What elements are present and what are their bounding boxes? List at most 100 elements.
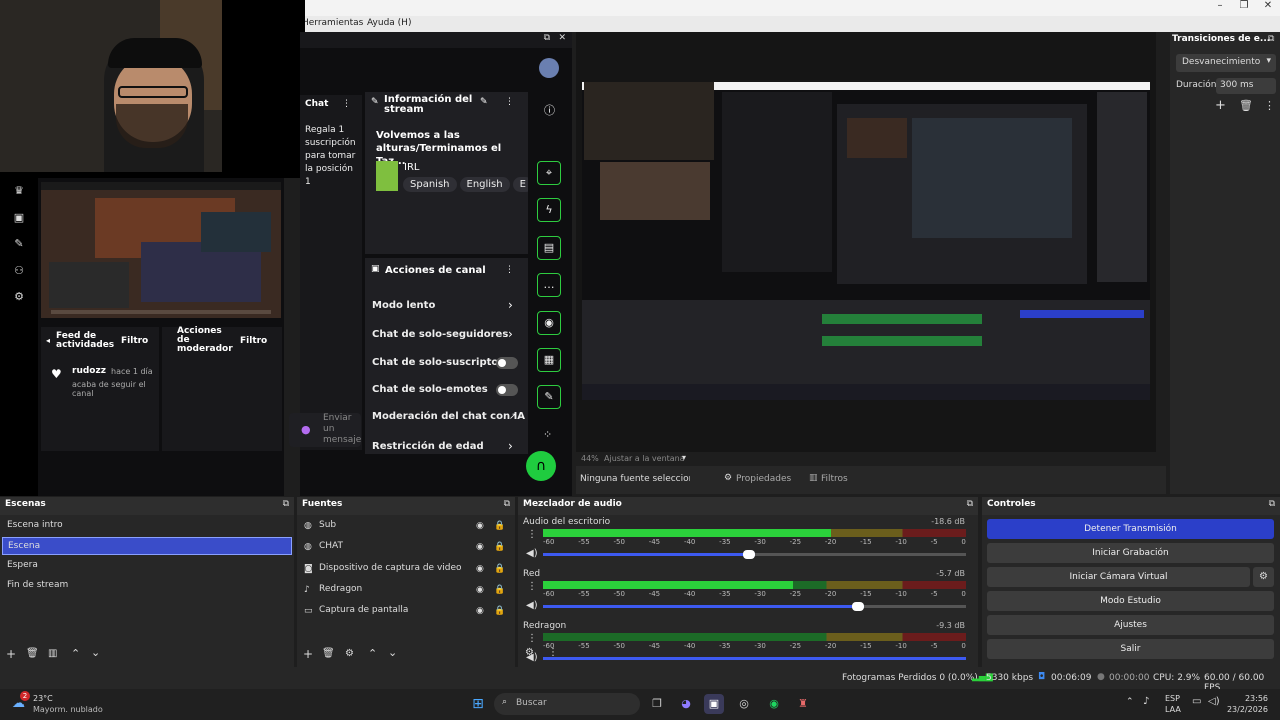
move-down-icon[interactable]: ⌄ <box>91 646 100 659</box>
avatar[interactable] <box>539 58 559 78</box>
microphone-tray-icon[interactable]: ♪ <box>1143 696 1149 707</box>
tag-spanish[interactable]: Spanish <box>403 177 457 192</box>
scene-item[interactable]: Escena intro <box>2 517 292 535</box>
remove-scene-icon[interactable]: 🗑 <box>26 648 39 659</box>
chevron-right-icon[interactable]: › <box>508 327 513 341</box>
channel-menu-icon[interactable]: ⋮ <box>527 529 537 540</box>
maximize-icon[interactable]: ❐ <box>1232 0 1256 11</box>
volume-knob[interactable] <box>852 602 865 611</box>
undock-icon[interactable]: ⧉ <box>544 33 550 43</box>
subs-only-toggle[interactable] <box>496 357 518 369</box>
studio-mode-button[interactable]: Modo Estudio <box>987 591 1274 611</box>
start-virtual-camera-button[interactable]: Iniciar Cámara Virtual <box>987 567 1250 587</box>
remove-source-icon[interactable]: 🗑 <box>322 648 335 659</box>
feed-user[interactable]: rudozz <box>72 366 106 376</box>
start-recording-button[interactable]: Iniciar Grabación <box>987 543 1274 563</box>
fit-dropdown[interactable]: Ajustar a la ventana <box>604 454 685 463</box>
close-dock-icon[interactable]: ✕ <box>558 33 566 43</box>
eye-icon[interactable]: ◉ <box>476 606 484 616</box>
lock-icon[interactable]: 🔒 <box>494 542 505 552</box>
add-source-icon[interactable]: + <box>303 647 313 661</box>
lock-icon[interactable]: 🔒 <box>494 606 505 616</box>
volume-slider[interactable] <box>543 602 966 611</box>
scatter-icon[interactable]: ⁘ <box>543 428 552 441</box>
tag-english[interactable]: English <box>459 177 510 192</box>
clock-time[interactable]: 23:56 <box>1228 694 1268 703</box>
chevron-down-icon[interactable]: ▾ <box>682 453 686 462</box>
obs-studio-icon[interactable]: ◎ <box>734 694 754 714</box>
add-icon[interactable]: + <box>1215 98 1226 113</box>
chevron-up-icon[interactable]: ⌃ <box>1126 697 1134 707</box>
undock-icon[interactable]: ⧉ <box>504 499 510 509</box>
add-scene-icon[interactable]: + <box>6 647 16 661</box>
trash-icon[interactable]: 🗑 <box>1239 99 1253 112</box>
tools-icon[interactable]: ✎ <box>537 385 561 409</box>
info-icon[interactable]: ⓘ <box>544 102 555 118</box>
obs-taskbar-icon[interactable]: ▣ <box>704 694 724 714</box>
move-down-icon[interactable]: ⌄ <box>388 646 397 659</box>
settings-button[interactable]: Ajustes <box>987 615 1274 635</box>
scene-item[interactable]: Espera <box>2 557 292 575</box>
windows-start-icon[interactable]: ⊞ <box>468 694 488 714</box>
minimize-icon[interactable]: – <box>1208 0 1232 11</box>
undock-icon[interactable]: ⧉ <box>1269 499 1275 509</box>
chat-menu-icon[interactable]: ⋮ <box>342 99 351 109</box>
action-followers-only[interactable]: Chat de solo-seguidores <box>372 329 508 340</box>
action-subs-only[interactable]: Chat de solo-suscriptores <box>372 357 516 368</box>
lock-icon[interactable]: 🔒 <box>494 585 505 595</box>
wrench-icon[interactable]: ✎ <box>12 237 26 251</box>
channel-menu-icon[interactable]: ⋮ <box>527 581 537 592</box>
feed-filter[interactable]: Filtro <box>121 336 148 346</box>
speaker-icon[interactable]: ◀) <box>526 652 538 663</box>
menu-tools[interactable]: Herramientas <box>302 18 363 28</box>
eye-icon[interactable]: ◉ <box>476 585 484 595</box>
lock-icon[interactable]: 🔒 <box>494 521 505 531</box>
undock-icon[interactable]: ⧉ <box>283 499 289 509</box>
spotify-icon[interactable]: ◉ <box>764 694 784 714</box>
undock-icon[interactable]: ⧉ <box>967 499 973 509</box>
move-up-icon[interactable]: ⌃ <box>71 647 80 660</box>
broadcast-icon[interactable]: ◉ <box>537 311 561 335</box>
discord-icon[interactable]: ◕ <box>676 694 696 714</box>
volume-slider[interactable] <box>543 657 966 660</box>
move-up-icon[interactable]: ⌃ <box>368 647 377 660</box>
action-age-restriction[interactable]: Restricción de edad <box>372 441 484 452</box>
virtual-camera-settings-icon[interactable]: ⚙ <box>1253 567 1274 587</box>
volume-icon[interactable]: ◁) <box>1208 696 1220 707</box>
info-menu-icon[interactable]: ⋮ <box>505 97 514 107</box>
app-icon[interactable]: ♜ <box>793 694 813 714</box>
chat-bubble-icon[interactable]: … <box>537 273 561 297</box>
eye-icon[interactable]: ◉ <box>476 564 484 574</box>
actions-menu-icon[interactable]: ⋮ <box>505 265 514 275</box>
stop-streaming-button[interactable]: Detener Transmisión <box>987 519 1274 539</box>
close-icon[interactable]: ✕ <box>1256 0 1280 11</box>
eye-icon[interactable]: ◉ <box>476 542 484 552</box>
lang-primary[interactable]: ESP <box>1165 694 1180 703</box>
category[interactable]: IRL <box>404 162 419 173</box>
action-ai-moderation[interactable]: Moderación del chat con IA <box>372 411 525 422</box>
settings-icon[interactable]: ⚙ <box>12 290 26 304</box>
users-icon[interactable]: ⚇ <box>12 264 26 278</box>
speaker-icon[interactable]: ◀) <box>526 600 538 611</box>
undock-icon[interactable]: ⧉ <box>1268 34 1274 44</box>
filters-button[interactable]: Filtros <box>821 474 848 484</box>
scene-item[interactable]: Fin de stream <box>2 577 292 595</box>
headset-icon[interactable]: ∩ <box>526 451 556 481</box>
emote-only-toggle[interactable] <box>496 384 518 396</box>
properties-button[interactable]: Propiedades <box>736 474 791 484</box>
channel-menu-icon[interactable]: ⋮ <box>527 633 537 644</box>
send-message-input[interactable]: ● Enviar un mensaje <box>289 413 361 447</box>
action-emote-only[interactable]: Chat de solo-emotes <box>372 384 488 395</box>
taskbar-search[interactable]: ⌕ Buscar <box>494 693 640 715</box>
exit-button[interactable]: Salir <box>987 639 1274 659</box>
settings-icon[interactable]: ⚙ <box>345 648 354 659</box>
lock-icon[interactable]: 🔒 <box>494 564 505 574</box>
chevron-right-icon[interactable]: › <box>508 298 513 312</box>
menu-icon[interactable]: ⋮ <box>1264 99 1275 112</box>
program-preview[interactable] <box>582 82 1150 400</box>
lightning-icon[interactable]: ϟ <box>537 198 561 222</box>
trophy-icon[interactable]: ♛ <box>12 184 26 198</box>
video-icon[interactable]: ▣ <box>12 211 26 225</box>
notes-icon[interactable]: ▤ <box>537 236 561 260</box>
scene-item-selected[interactable]: Escena <box>2 537 292 555</box>
